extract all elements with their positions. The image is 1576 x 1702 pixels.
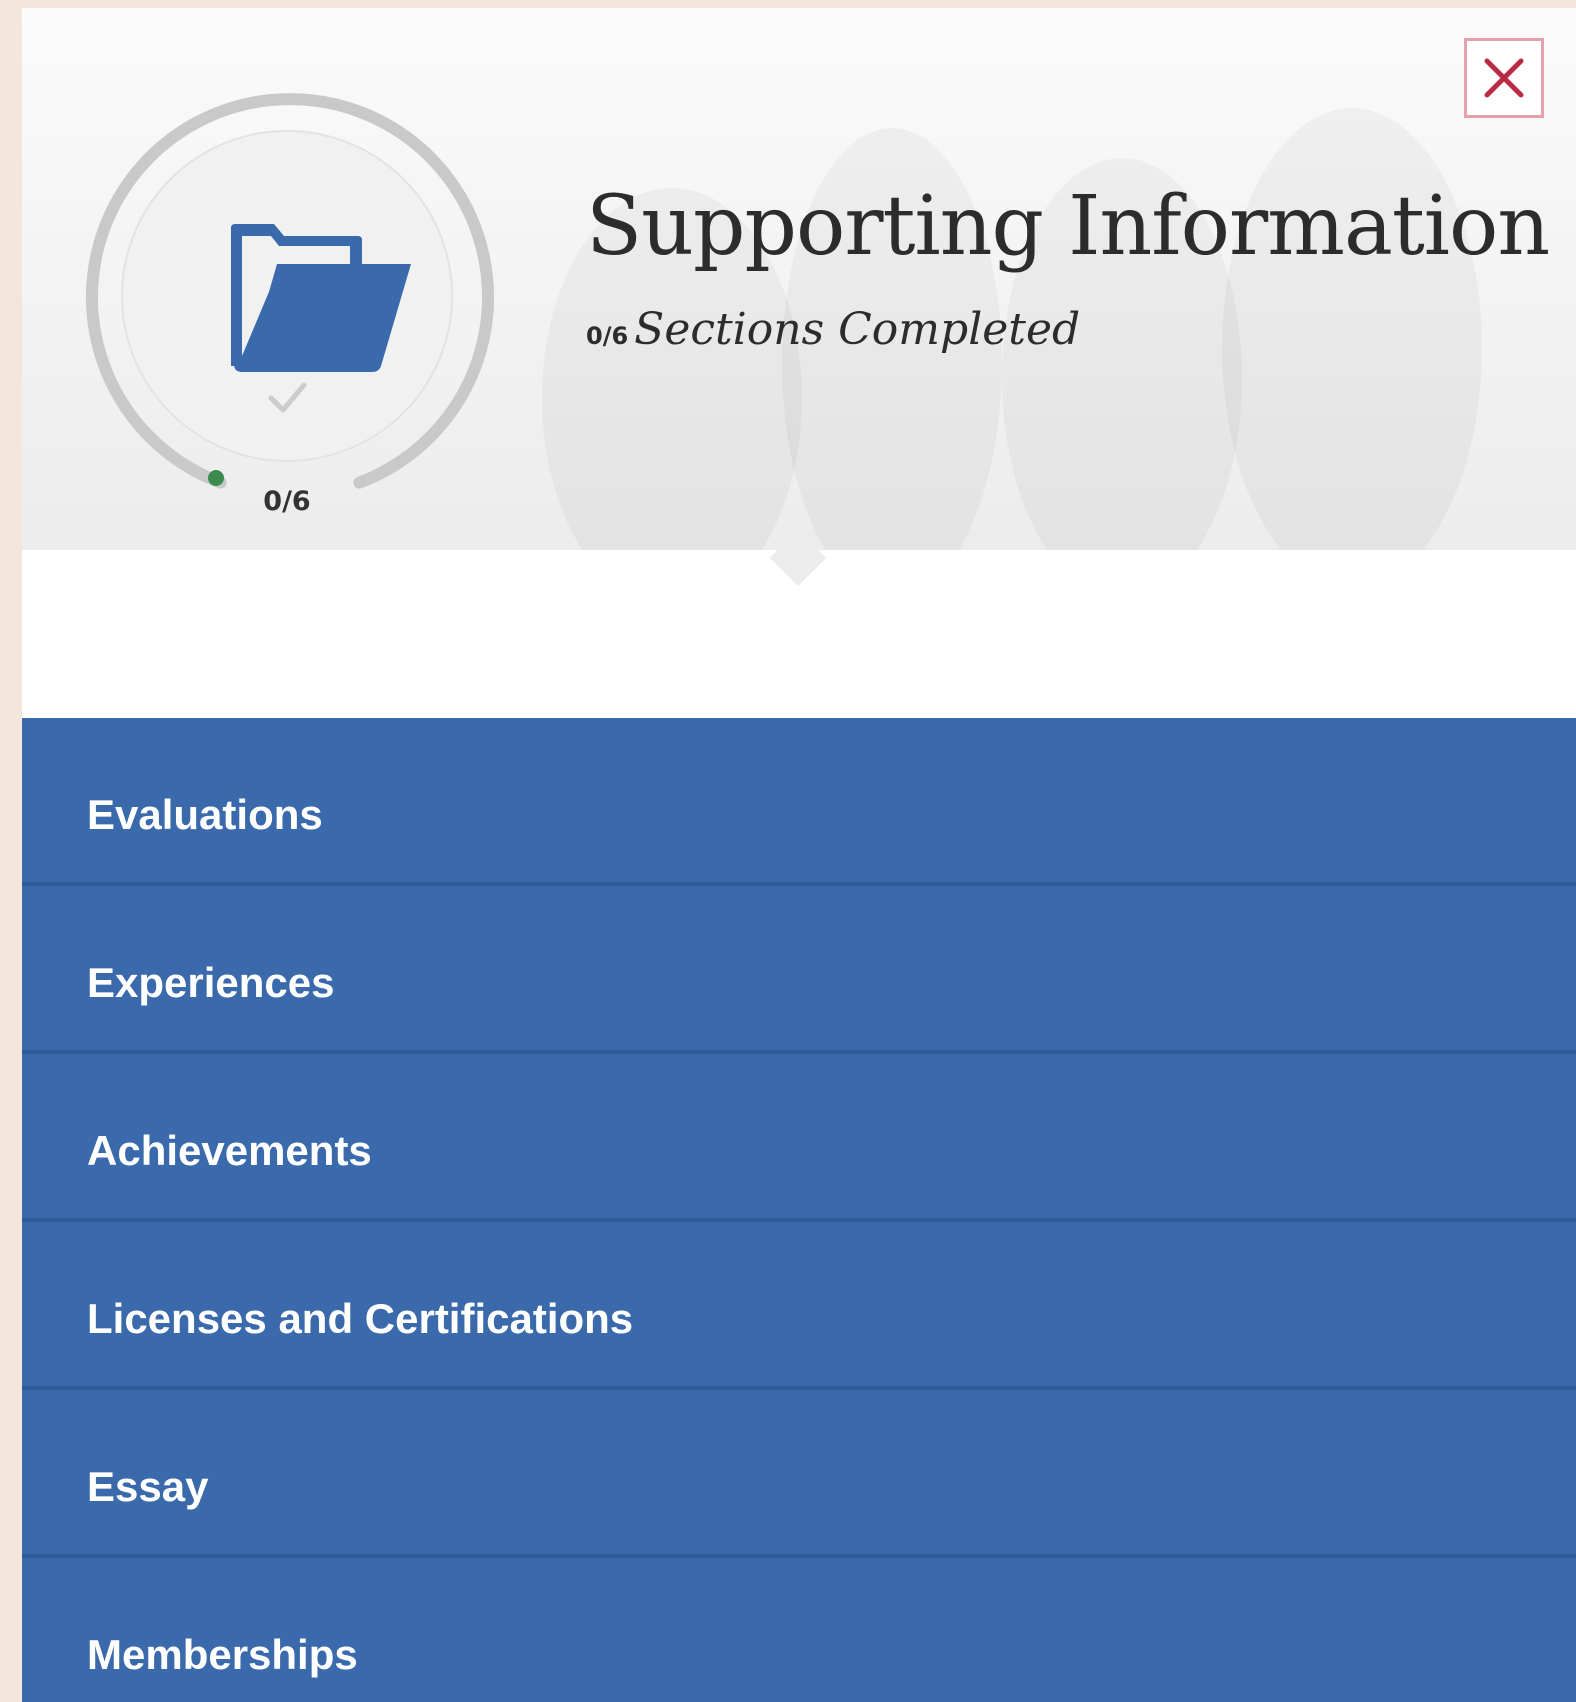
section-item-licenses-and-certifications[interactable]: Licenses and Certifications [22, 1222, 1576, 1390]
section-item-achievements[interactable]: Achievements [22, 1054, 1576, 1222]
section-item-label: Licenses and Certifications [87, 1295, 634, 1342]
progress-ring [86, 93, 494, 489]
sections-completed-summary: 0/6 Sections Completed [586, 304, 1080, 355]
progress-gauge: 0/6 [74, 76, 500, 517]
section-item-experiences[interactable]: Experiences [22, 886, 1576, 1054]
section-item-essay[interactable]: Essay [22, 1390, 1576, 1558]
section-item-label: Essay [87, 1463, 209, 1510]
section-item-label: Evaluations [87, 791, 323, 838]
section-item-label: Experiences [87, 959, 335, 1006]
progress-count: 0/6 [263, 486, 311, 517]
supporting-information-panel: 0/6 Supporting Information 0/6 Sections C… [22, 8, 1576, 1702]
completed-count: 0/6 [586, 322, 629, 350]
section-item-label: Achievements [87, 1127, 372, 1174]
progress-indicator-dot [208, 470, 224, 486]
close-button[interactable] [1464, 38, 1544, 118]
sections-list: Evaluations Experiences Achievements Lic… [22, 718, 1576, 1702]
page-title: Supporting Information [586, 179, 1550, 274]
section-item-label: Memberships [87, 1631, 358, 1678]
section-item-evaluations[interactable]: Evaluations [22, 718, 1576, 886]
close-icon [1484, 58, 1524, 98]
section-item-memberships[interactable]: Memberships [22, 1558, 1576, 1702]
header-banner: 0/6 Supporting Information 0/6 Sections C… [22, 8, 1576, 550]
completed-label: Sections Completed [634, 304, 1081, 355]
background-figure [1222, 108, 1482, 550]
